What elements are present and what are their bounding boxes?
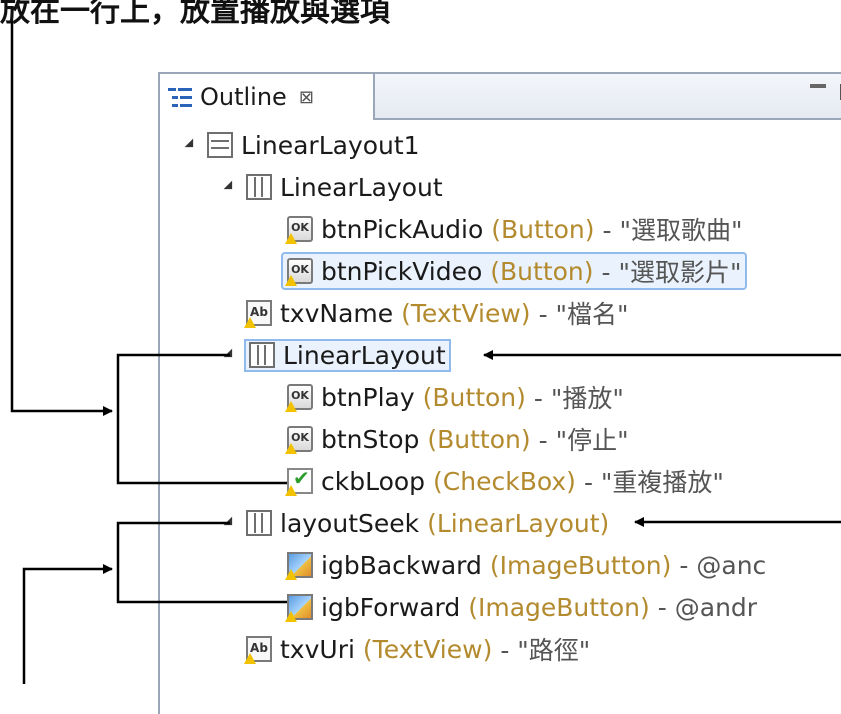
textview-warning-icon: Ab: [244, 636, 272, 664]
tree-item-desc: - "播放": [533, 384, 624, 413]
tree-item-label: igbBackward: [321, 550, 482, 580]
tree-item-label: ckbLoop: [321, 466, 426, 496]
button-warning-icon: OK: [285, 426, 313, 454]
tree-item-igbforward[interactable]: igbForward (ImageButton) - @andr: [285, 590, 758, 624]
close-icon[interactable]: ⊠: [299, 87, 314, 108]
tree-item-btnplay[interactable]: OK btnPlay (Button) - "播放": [285, 380, 624, 414]
caption-text: 放在一行上，放置播放與選項: [0, 0, 390, 29]
outline-icon: [168, 86, 192, 108]
tree-item-type: (Button): [427, 424, 531, 454]
tree-item-label: igbForward: [321, 592, 461, 622]
expand-toggle-icon[interactable]: [222, 180, 236, 194]
tree-item-txvname[interactable]: Ab txvName (TextView) - "檔名": [244, 296, 629, 330]
tree-item-type: (TextView): [362, 634, 493, 664]
linear-layout-vertical-icon: [246, 174, 272, 200]
linear-layout-vertical-icon: [246, 510, 272, 536]
tree-item-type: (Button): [422, 382, 526, 412]
image-button-warning-icon: [285, 552, 313, 580]
tree-item-ckbloop[interactable]: ckbLoop (CheckBox) - "重複播放": [285, 464, 724, 498]
tree-item-type: (TextView): [401, 298, 531, 328]
tree-item-linearlayout-2[interactable]: LinearLayout: [222, 338, 451, 372]
tree-item-desc: - "停止": [538, 426, 629, 455]
tree-item-type: (ImageButton): [468, 592, 650, 622]
button-warning-icon: OK: [285, 258, 313, 286]
expand-toggle-icon[interactable]: [222, 348, 236, 362]
tree-item-label: layoutSeek: [280, 508, 420, 538]
tree-item-desc: - "選取歌曲": [602, 216, 743, 245]
expand-toggle-icon[interactable]: [222, 516, 236, 530]
image-button-warning-icon: [285, 594, 313, 622]
tab-strip: Outline ⊠: [160, 74, 841, 120]
button-warning-icon: OK: [285, 216, 313, 244]
tree-item-type: (Button): [491, 214, 595, 244]
selection-highlight: LinearLayout: [244, 338, 451, 372]
bracket-line: [10, 22, 113, 416]
minimize-icon[interactable]: [810, 82, 826, 100]
tree-item-linearlayout1[interactable]: LinearLayout1: [183, 128, 420, 162]
bracket-line: [22, 564, 113, 684]
tree-item-label: btnStop: [321, 424, 420, 454]
tree-item-desc: - @anc: [679, 550, 767, 580]
tree-item-label: btnPickVideo: [321, 256, 483, 286]
tree-item-igbbackward[interactable]: igbBackward (ImageButton) - @anc: [285, 548, 767, 582]
tree-item-btnstop[interactable]: OK btnStop (Button) - "停止": [285, 422, 629, 456]
tree-item-label: LinearLayout1: [241, 130, 420, 160]
tree-item-type: (LinearLayout): [427, 508, 610, 538]
tree-item-desc: - "路徑": [500, 636, 591, 665]
tree-item-txvuri[interactable]: Ab txvUri (TextView) - "路徑": [244, 632, 591, 666]
tree-item-label: btnPlay: [321, 382, 415, 412]
tree-item-label: txvName: [280, 298, 394, 328]
textview-warning-icon: Ab: [244, 300, 272, 328]
tree-item-label: LinearLayout: [283, 340, 446, 370]
tree-item-type: (CheckBox): [433, 466, 576, 496]
tree-item-desc: - @andr: [657, 592, 758, 622]
expand-toggle-icon[interactable]: [183, 138, 197, 152]
checkbox-warning-icon: [285, 466, 313, 496]
tree-item-desc: - "選取影片": [601, 258, 742, 287]
tab-title: Outline: [200, 83, 287, 111]
tree-item-btnpickaudio[interactable]: OK btnPickAudio (Button) - "選取歌曲": [285, 212, 743, 246]
button-warning-icon: OK: [285, 384, 313, 412]
tree-item-linearlayout[interactable]: LinearLayout: [222, 170, 443, 204]
linear-layout-horizontal-icon: [207, 132, 233, 158]
tree-item-type: (Button): [490, 256, 594, 286]
tree-item-label: LinearLayout: [280, 172, 443, 202]
tree-item-label: txvUri: [280, 634, 355, 664]
tree-item-btnpickvideo[interactable]: OK btnPickVideo (Button) - "選取影片": [280, 252, 748, 290]
tree-item-layoutseek[interactable]: layoutSeek (LinearLayout): [222, 506, 609, 540]
tree-item-type: (ImageButton): [489, 550, 672, 580]
tab-outline[interactable]: Outline ⊠: [160, 74, 375, 120]
tree-item-desc: - "檔名": [538, 300, 629, 329]
linear-layout-vertical-icon: [249, 342, 275, 368]
tree-item-label: btnPickAudio: [321, 214, 484, 244]
tree-item-desc: - "重複播放": [583, 468, 724, 497]
